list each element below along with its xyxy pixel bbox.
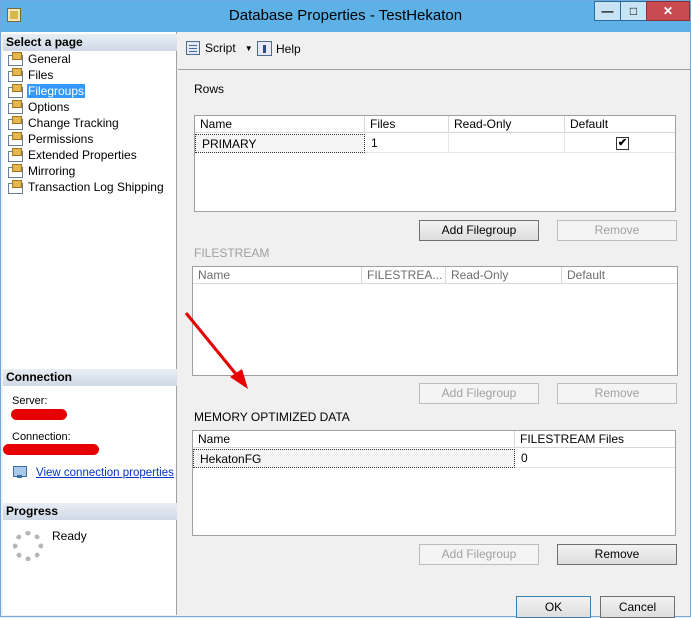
server-redaction	[11, 409, 67, 420]
page-item-files[interactable]: Files	[7, 67, 54, 82]
filestream-add-filegroup-button[interactable]: Add Filegroup	[419, 383, 539, 404]
memory-optimized-label: MEMORY OPTIMIZED DATA	[194, 410, 350, 424]
col-header-files[interactable]: Files	[365, 116, 449, 133]
toolbar: Script ▼ Help	[178, 32, 690, 67]
help-label: Help	[276, 41, 301, 56]
window-title: Database Properties - TestHekaton	[228, 7, 463, 24]
memory-add-filegroup-button[interactable]: Add Filegroup	[419, 544, 539, 565]
page-label: Mirroring	[28, 163, 76, 178]
connection-label: Connection:	[12, 431, 71, 443]
page-item-change-tracking[interactable]: Change Tracking	[7, 115, 120, 130]
ok-button[interactable]: OK	[516, 596, 591, 618]
page-item-general[interactable]: General	[7, 51, 72, 66]
page-item-filegroups[interactable]: Filegroups	[7, 83, 86, 98]
close-button[interactable]: ✕	[646, 1, 690, 21]
col-header-name[interactable]: Name	[193, 431, 515, 448]
page-icon	[7, 52, 23, 66]
col-header-name[interactable]: Name	[193, 267, 362, 284]
help-button[interactable]: Help	[257, 41, 301, 56]
page-label: Filegroups	[27, 83, 86, 98]
page-item-transaction-log-shipping[interactable]: Transaction Log Shipping	[7, 179, 165, 194]
table-row[interactable]: HekatonFG 0	[193, 449, 675, 468]
col-header-filestream-files[interactable]: FILESTREAM Files	[515, 431, 676, 448]
cell-read-only[interactable]	[449, 134, 565, 153]
rows-label: Rows	[194, 82, 225, 96]
connection-properties-icon	[13, 466, 29, 479]
cancel-button[interactable]: Cancel	[600, 596, 675, 618]
page-label: Files	[28, 67, 54, 82]
col-header-read-only[interactable]: Read-Only	[446, 267, 562, 284]
title-bar[interactable]: Database Properties - TestHekaton — □ ✕	[1, 1, 690, 32]
rows-grid[interactable]: Name Files Read-Only Default PRIMARY 1 ✔	[194, 115, 676, 212]
filestream-label: FILESTREAM	[194, 246, 270, 260]
col-header-filestream-files[interactable]: FILESTREA...	[362, 267, 446, 284]
page-label: Change Tracking	[28, 115, 119, 130]
cell-files[interactable]: 1	[365, 134, 449, 153]
cell-default[interactable]: ✔	[565, 134, 676, 153]
page-item-options[interactable]: Options	[7, 99, 70, 114]
page-icon	[7, 68, 23, 82]
chevron-down-icon[interactable]: ▼	[245, 44, 253, 53]
cell-name[interactable]: HekatonFG	[193, 449, 515, 468]
select-page-header: Select a page	[3, 34, 177, 51]
page-label: Extended Properties	[28, 147, 137, 162]
rows-grid-header: Name Files Read-Only Default	[195, 116, 675, 133]
filestream-grid-header: Name FILESTREA... Read-Only Default	[193, 267, 677, 284]
page-icon	[7, 132, 23, 146]
memory-grid-header: Name FILESTREAM Files	[193, 431, 675, 448]
server-label: Server:	[12, 395, 48, 407]
connection-redaction	[3, 444, 99, 455]
memory-remove-button[interactable]: Remove	[557, 544, 677, 565]
page-icon	[7, 148, 23, 162]
memory-optimized-grid[interactable]: Name FILESTREAM Files HekatonFG 0	[192, 430, 676, 536]
col-header-name[interactable]: Name	[195, 116, 365, 133]
cell-name[interactable]: PRIMARY	[195, 134, 365, 153]
default-checkbox[interactable]: ✔	[616, 137, 629, 150]
col-header-read-only[interactable]: Read-Only	[449, 116, 565, 133]
progress-status: Ready	[52, 529, 87, 543]
col-header-default[interactable]: Default	[562, 267, 678, 284]
page-item-permissions[interactable]: Permissions	[7, 131, 94, 146]
annotation-arrow-icon	[184, 312, 248, 389]
script-icon	[186, 41, 200, 55]
rows-remove-button[interactable]: Remove	[557, 220, 677, 241]
page-label: General	[28, 51, 71, 66]
progress-header: Progress	[3, 503, 177, 520]
script-label: Script	[205, 41, 236, 55]
col-header-default[interactable]: Default	[565, 116, 676, 133]
maximize-button[interactable]: □	[620, 1, 647, 21]
minimize-button[interactable]: —	[594, 1, 621, 21]
help-icon	[257, 41, 272, 56]
view-connection-properties-link[interactable]: View connection properties	[36, 467, 174, 479]
page-label: Options	[28, 99, 70, 114]
page-label: Permissions	[28, 131, 94, 146]
page-icon	[7, 84, 23, 98]
page-label: Transaction Log Shipping	[28, 179, 164, 194]
filestream-remove-button[interactable]: Remove	[557, 383, 677, 404]
left-pane: Select a page General Files Filegroups O…	[3, 32, 177, 615]
table-row[interactable]: PRIMARY 1 ✔	[195, 134, 675, 153]
rows-add-filegroup-button[interactable]: Add Filegroup	[419, 220, 539, 241]
script-button[interactable]: Script ▼	[186, 41, 253, 55]
page-item-mirroring[interactable]: Mirroring	[7, 163, 76, 178]
page-icon	[7, 100, 23, 114]
connection-header: Connection	[3, 369, 177, 386]
page-icon	[7, 164, 23, 178]
page-icon	[7, 116, 23, 130]
database-properties-window: Database Properties - TestHekaton — □ ✕ …	[0, 0, 691, 618]
page-item-extended-properties[interactable]: Extended Properties	[7, 147, 138, 162]
page-icon	[7, 180, 23, 194]
progress-spinner-icon	[13, 531, 43, 561]
cell-filestream-files[interactable]: 0	[515, 449, 676, 468]
